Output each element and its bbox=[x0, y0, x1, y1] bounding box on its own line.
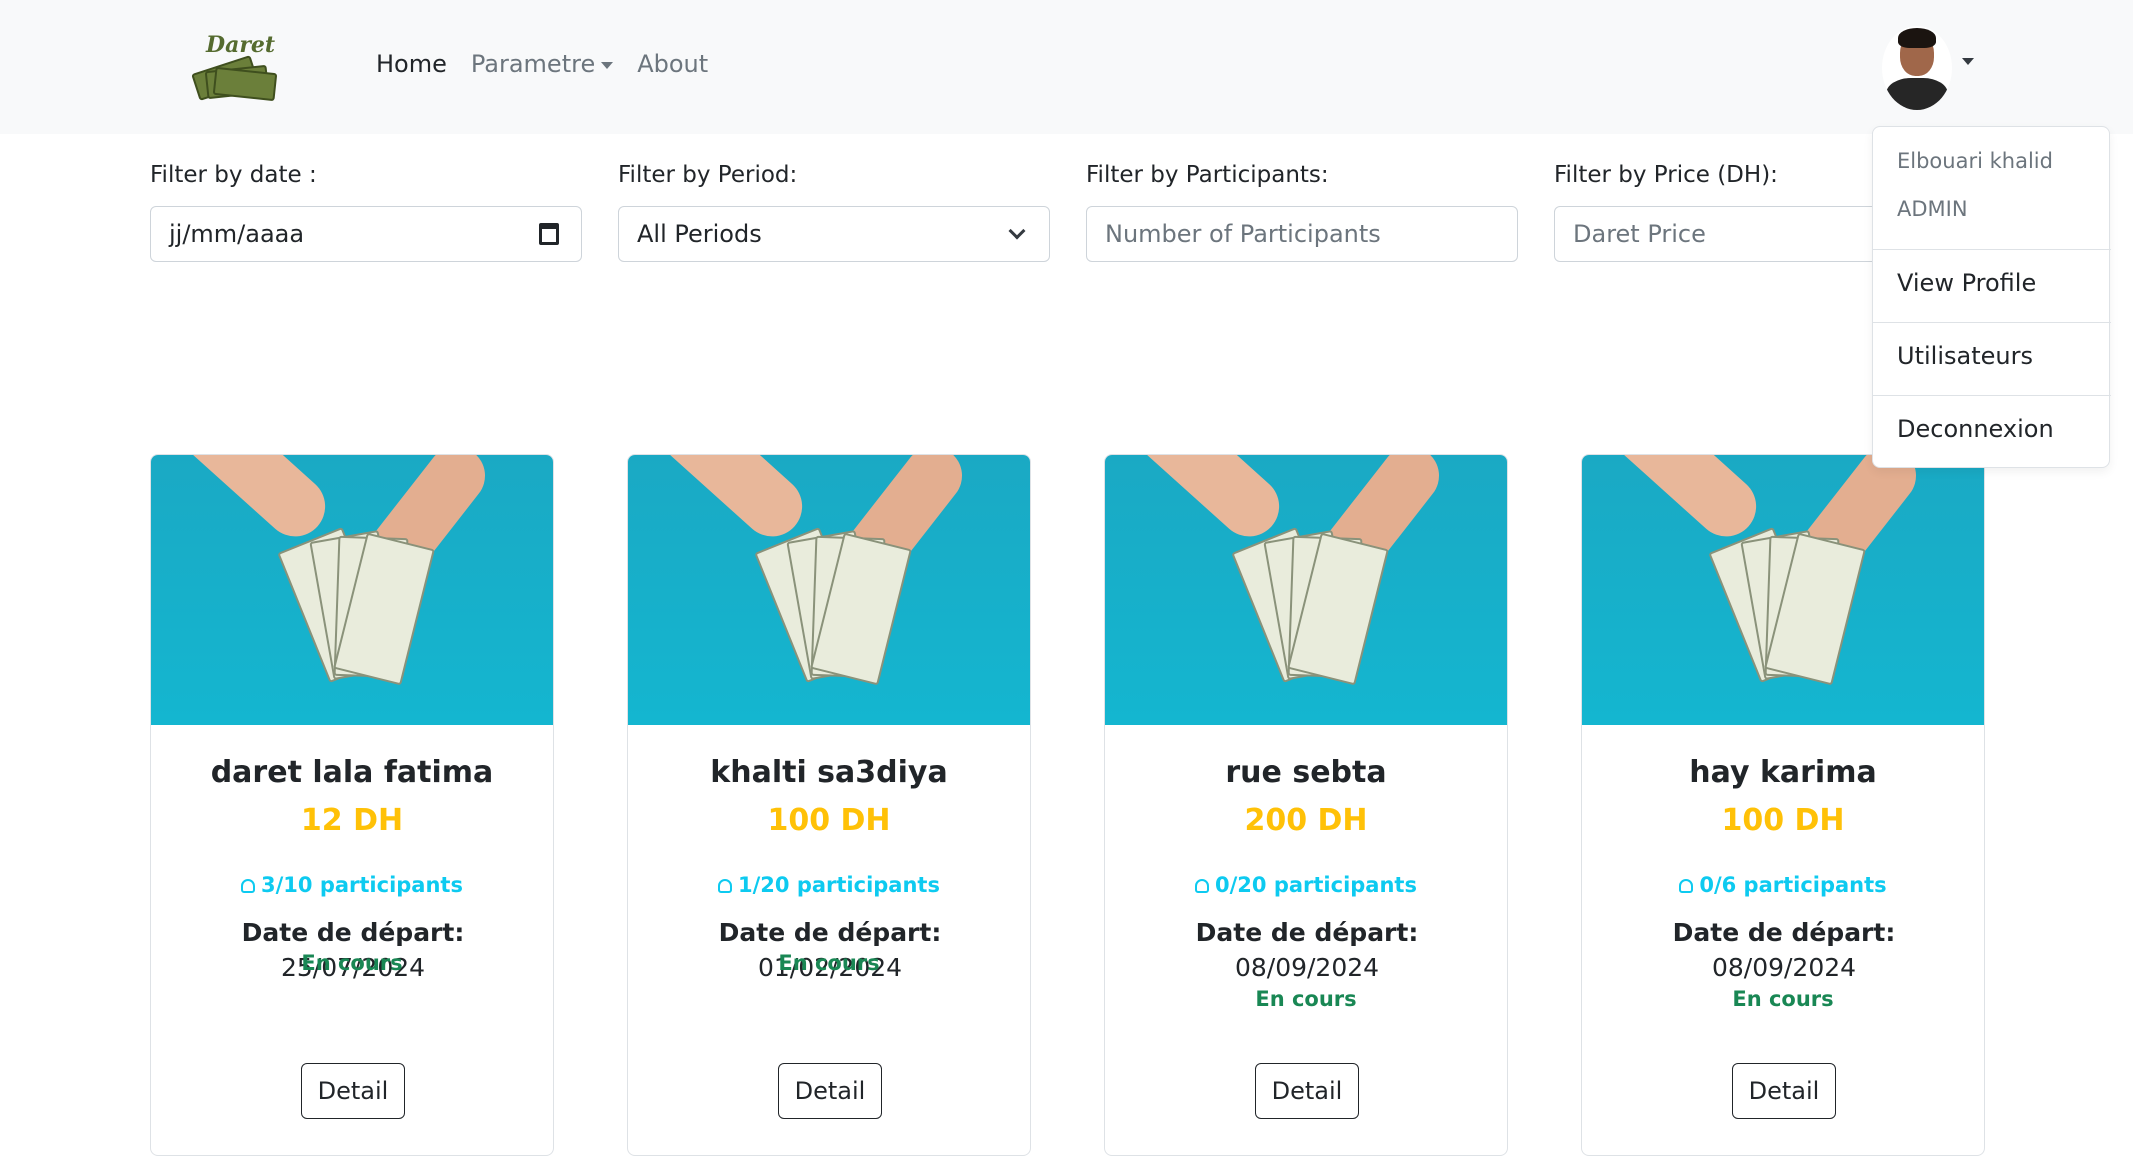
user-role: ADMIN bbox=[1897, 197, 1968, 221]
daret-card: rue sebta 200 DH 0/20 participants Date … bbox=[1104, 454, 1508, 1156]
user-dropdown-menu: Elbouari khalid ADMIN View Profile Utili… bbox=[1872, 126, 2111, 468]
participants-count: 3/10 participants bbox=[261, 873, 463, 897]
person-icon bbox=[1679, 879, 1694, 893]
logo-text: Daret bbox=[206, 32, 276, 58]
daret-logo[interactable]: Daret bbox=[186, 30, 278, 102]
date-label: Date de départ: bbox=[718, 918, 942, 947]
card-price: 100 DH bbox=[767, 803, 891, 838]
user-avatar[interactable] bbox=[1882, 26, 1952, 110]
money-hands-image bbox=[151, 455, 553, 725]
detail-button[interactable]: Detail bbox=[778, 1063, 882, 1119]
status-badge: En cours bbox=[1732, 987, 1834, 1011]
card-participants: 3/10 participants bbox=[151, 873, 553, 897]
person-icon bbox=[718, 879, 733, 893]
participants-count: 1/20 participants bbox=[738, 873, 940, 897]
card-participants: 0/20 participants bbox=[1105, 873, 1507, 897]
card-start-date: Date de départ: 08/09/2024 bbox=[1652, 915, 1916, 985]
dropdown-divider bbox=[1873, 395, 2111, 396]
dropdown-divider bbox=[1873, 322, 2111, 323]
status-badge: En cours bbox=[778, 951, 880, 975]
money-hands-image bbox=[628, 455, 1030, 725]
card-price: 200 DH bbox=[1244, 803, 1368, 838]
card-title: khalti sa3diya bbox=[710, 755, 948, 790]
user-name: Elbouari khalid bbox=[1897, 149, 2053, 173]
card-price: 12 DH bbox=[300, 803, 404, 838]
money-hands-image bbox=[1582, 455, 1984, 725]
filter-date: Filter by date : jj/mm/aaaa bbox=[150, 162, 582, 262]
card-title: daret lala fatima bbox=[210, 755, 494, 790]
person-icon bbox=[1195, 879, 1210, 893]
daret-card: daret lala fatima 12 DH 3/10 participant… bbox=[150, 454, 554, 1156]
detail-button[interactable]: Detail bbox=[1255, 1063, 1359, 1119]
daret-card: khalti sa3diya 100 DH 1/20 participants … bbox=[627, 454, 1031, 1156]
filter-period-label: Filter by Period: bbox=[618, 162, 798, 188]
card-start-date: Date de départ: 08/09/2024 bbox=[1175, 915, 1439, 985]
card-participants: 1/20 participants bbox=[628, 873, 1030, 897]
date-input[interactable]: jj/mm/aaaa bbox=[150, 206, 582, 262]
date-value: 08/09/2024 bbox=[1711, 953, 1857, 982]
period-select-value: All Periods bbox=[637, 220, 762, 248]
daret-card: hay karima 100 DH 0/6 participants Date … bbox=[1581, 454, 1985, 1156]
period-select[interactable]: All Periods bbox=[618, 206, 1050, 262]
date-label: Date de départ: bbox=[1672, 918, 1896, 947]
detail-button[interactable]: Detail bbox=[301, 1063, 405, 1119]
caret-down-icon[interactable] bbox=[1962, 58, 1974, 65]
dropdown-divider bbox=[1873, 249, 2111, 250]
main-nav: Home Parametre About bbox=[376, 50, 708, 78]
nav-about[interactable]: About bbox=[637, 50, 708, 78]
card-title: hay karima bbox=[1689, 755, 1877, 790]
status-badge: En cours bbox=[301, 951, 403, 975]
nav-parametre-label: Parametre bbox=[470, 50, 596, 78]
filter-participants: Filter by Participants: Number of Partic… bbox=[1086, 162, 1518, 262]
avatar-hair bbox=[1898, 28, 1936, 48]
participants-input[interactable]: Number of Participants bbox=[1086, 206, 1518, 262]
detail-button[interactable]: Detail bbox=[1732, 1063, 1836, 1119]
avatar-body bbox=[1886, 78, 1948, 110]
menu-item-utilisateurs[interactable]: Utilisateurs bbox=[1897, 342, 2033, 370]
nav-home[interactable]: Home bbox=[376, 50, 447, 78]
filter-participants-label: Filter by Participants: bbox=[1086, 162, 1329, 188]
date-label: Date de départ: bbox=[241, 918, 465, 947]
menu-item-deconnexion[interactable]: Deconnexion bbox=[1897, 415, 2054, 443]
participants-count: 0/20 participants bbox=[1215, 873, 1417, 897]
money-hands-image bbox=[1105, 455, 1507, 725]
date-label: Date de départ: bbox=[1195, 918, 1419, 947]
card-title: rue sebta bbox=[1225, 755, 1387, 790]
calendar-icon[interactable] bbox=[539, 223, 559, 245]
date-value: 08/09/2024 bbox=[1234, 953, 1380, 982]
card-participants: 0/6 participants bbox=[1582, 873, 1984, 897]
participants-count: 0/6 participants bbox=[1699, 873, 1887, 897]
card-price: 100 DH bbox=[1721, 803, 1845, 838]
navbar: Daret Home Parametre About bbox=[0, 0, 2133, 134]
filter-period: Filter by Period: All Periods bbox=[618, 162, 1050, 262]
date-input-value: jj/mm/aaaa bbox=[169, 220, 305, 248]
nav-parametre[interactable]: Parametre bbox=[470, 50, 614, 78]
chevron-down-icon bbox=[1008, 222, 1026, 240]
filter-date-label: Filter by date : bbox=[150, 162, 317, 188]
caret-down-icon bbox=[601, 61, 614, 69]
status-badge: En cours bbox=[1255, 987, 1357, 1011]
person-icon bbox=[241, 879, 256, 893]
menu-item-view-profile[interactable]: View Profile bbox=[1897, 269, 2036, 297]
